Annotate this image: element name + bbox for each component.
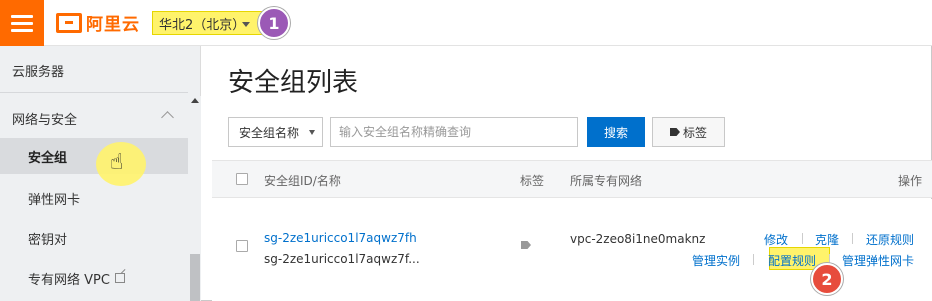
column-header-id-name: 安全组ID/名称 <box>264 174 341 188</box>
sidebar-item-label: 专有网络 VPC <box>28 272 110 288</box>
clone-link[interactable]: 克隆 <box>815 231 839 248</box>
external-link-icon <box>114 273 125 283</box>
filter-select[interactable]: 安全组名称 <box>228 117 323 147</box>
chevron-up-icon <box>161 111 174 124</box>
tag-button-label: 标签 <box>682 125 707 140</box>
hand-pointer-icon: ☝ <box>110 150 124 175</box>
row-checkbox[interactable] <box>236 240 248 252</box>
search-button[interactable]: 搜索 <box>587 117 645 147</box>
select-all-checkbox[interactable] <box>236 173 248 185</box>
action-separator <box>802 233 803 244</box>
brand-name: 阿里云 <box>86 15 140 35</box>
security-group-id-link[interactable]: sg-2ze1uricco1l7aqwz7fh <box>264 231 417 245</box>
sidebar-section-label: 网络与安全 <box>12 112 78 128</box>
action-separator <box>753 254 754 265</box>
aliyun-logo-icon <box>56 12 82 33</box>
modify-link[interactable]: 修改 <box>764 231 788 248</box>
caret-down-icon <box>242 22 250 27</box>
sidebar-item-label: 安全组 <box>28 150 68 166</box>
scroll-up-arrow-icon[interactable] <box>191 98 199 103</box>
hamburger-menu-icon[interactable] <box>0 0 44 46</box>
search-input[interactable] <box>330 117 578 147</box>
manage-eni-link[interactable]: 管理弹性网卡 <box>842 252 914 269</box>
sidebar-item-label: 密钥对 <box>28 232 68 248</box>
vpc-id: vpc-2zeo8i1ne0maknz <box>570 232 706 246</box>
tag-icon[interactable] <box>521 241 531 249</box>
sidebar-item-ecs[interactable]: 云服务器 <box>0 52 188 88</box>
main-content: 安全组列表 安全组名称 搜索 标签 安全组ID/名称 标签 所属专有网络 操作 … <box>202 46 932 301</box>
sidebar-item-vpc[interactable]: 专有网络 VPC <box>0 260 188 296</box>
scrollbar-thumb[interactable] <box>190 254 200 301</box>
page-title: 安全组列表 <box>228 68 359 98</box>
sidebar-item-security-group[interactable]: 安全组 <box>0 138 188 174</box>
column-header-vpc: 所属专有网络 <box>570 174 643 188</box>
security-group-name: sg-2ze1uricco1l7aqwz7f... <box>264 252 420 266</box>
caret-down-icon <box>309 130 315 135</box>
sidebar-section-network-security[interactable]: 网络与安全 <box>0 100 188 136</box>
restore-rules-link[interactable]: 还原规则 <box>866 231 914 248</box>
sidebar-item-label: 弹性网卡 <box>28 192 81 208</box>
tag-filter-button[interactable]: 标签 <box>652 117 725 147</box>
region-selector[interactable]: 华北2（北京） <box>152 11 263 35</box>
sidebar-item-eni[interactable]: 弹性网卡 <box>0 180 188 216</box>
column-header-actions: 操作 <box>898 174 923 188</box>
action-separator <box>852 233 853 244</box>
region-label: 华北2（北京） <box>159 17 246 33</box>
column-header-tags: 标签 <box>520 174 545 188</box>
step-badge-1: 1 <box>258 7 290 39</box>
sidebar-item-label: 云服务器 <box>12 64 65 80</box>
aliyun-logo[interactable]: 阿里云 <box>56 10 140 35</box>
manage-instances-link[interactable]: 管理实例 <box>692 252 740 269</box>
filter-select-value: 安全组名称 <box>239 125 300 140</box>
step-badge-2: 2 <box>811 263 843 295</box>
configure-rules-link[interactable]: 配置规则 <box>768 252 816 269</box>
top-bar: 阿里云 华北2（北京） 1 <box>0 0 932 46</box>
table-header: 安全组ID/名称 标签 所属专有网络 操作 <box>212 160 932 198</box>
sidebar-divider <box>0 92 188 93</box>
sidebar-item-keypair[interactable]: 密钥对 <box>0 220 188 256</box>
tag-icon <box>669 128 680 136</box>
